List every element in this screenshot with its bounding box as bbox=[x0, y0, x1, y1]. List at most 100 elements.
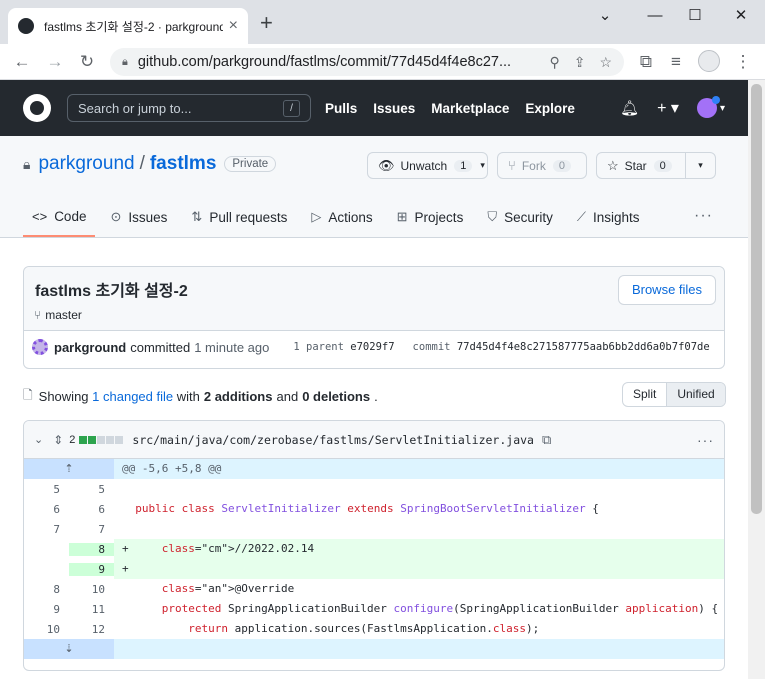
browser-tab[interactable]: fastlms 초기화 설정-2 · parkground × bbox=[8, 8, 248, 44]
new-line-number[interactable]: 9 bbox=[69, 562, 114, 576]
tab-projects[interactable]: ⊞ Projects bbox=[388, 197, 473, 237]
with-text: with bbox=[176, 389, 200, 404]
address-bar[interactable]: 🔒︎ github.com/parkground/fastlms/commit/… bbox=[110, 48, 624, 76]
table-icon: ⊞ bbox=[396, 209, 408, 224]
parent-sha-link[interactable]: e7029f7 bbox=[350, 341, 394, 353]
parent-label: 1 parent bbox=[293, 341, 344, 353]
tab-code[interactable]: <> Code bbox=[23, 197, 96, 237]
tab-pull-requests[interactable]: ⇅ Pull requests bbox=[182, 197, 296, 237]
bookmark-star-icon[interactable]: ☆ bbox=[599, 54, 612, 71]
old-line-number[interactable]: 8 bbox=[24, 583, 69, 596]
extensions-puzzle-icon[interactable]: ⧉ bbox=[634, 50, 658, 74]
new-line-number[interactable]: 6 bbox=[69, 503, 114, 516]
unwatch-label: Unwatch bbox=[400, 158, 448, 173]
visibility-badge: Private bbox=[224, 156, 277, 172]
diffstat-added-block bbox=[88, 435, 97, 444]
shield-icon: ⛉ bbox=[487, 209, 498, 224]
old-line-number[interactable]: 7 bbox=[24, 523, 69, 536]
old-line-number[interactable]: 6 bbox=[24, 503, 69, 516]
new-line-number[interactable]: 8 bbox=[69, 542, 114, 556]
maximize-button[interactable]: ☐ bbox=[680, 4, 710, 28]
caret-down-icon: ▾ bbox=[719, 102, 725, 114]
nav-marketplace[interactable]: Marketplace bbox=[431, 101, 509, 116]
tab-search-chevron-icon[interactable]: ⌄ bbox=[590, 4, 620, 28]
and-text: and bbox=[276, 389, 299, 404]
browse-files-button[interactable]: Browse files bbox=[618, 275, 716, 305]
page-scrollbar[interactable] bbox=[748, 80, 765, 679]
forward-arrow-icon[interactable]: → bbox=[43, 50, 67, 74]
profile-avatar[interactable] bbox=[698, 50, 720, 72]
more-tabs-icon[interactable]: ··· bbox=[694, 207, 713, 225]
diff-view-toggle: Split Unified bbox=[622, 382, 726, 407]
tab-label: Security bbox=[504, 209, 553, 225]
user-menu[interactable]: ▾ bbox=[696, 96, 725, 118]
copy-path-icon[interactable]: ⧉ bbox=[542, 432, 551, 448]
collapse-chevron-icon[interactable]: ⌄ bbox=[34, 433, 43, 446]
fork-label: Fork bbox=[521, 158, 546, 173]
create-new-plus-icon[interactable]: + ▾ bbox=[657, 98, 679, 118]
nav-explore[interactable]: Explore bbox=[525, 101, 575, 116]
nav-pulls[interactable]: Pulls bbox=[325, 101, 357, 116]
search-input[interactable]: Search or jump to... / bbox=[67, 94, 311, 122]
new-line-number[interactable]: 7 bbox=[69, 523, 114, 536]
split-view-button[interactable]: Split bbox=[623, 383, 666, 406]
scrollbar-thumb[interactable] bbox=[751, 84, 762, 514]
new-tab-button[interactable]: + bbox=[260, 12, 273, 34]
code-text: class="an">@Override bbox=[161, 582, 295, 595]
expand-down-icon[interactable]: ⇣ bbox=[24, 639, 114, 659]
hunk-footer: ⇣ bbox=[24, 639, 724, 659]
minimize-button[interactable]: — bbox=[640, 4, 670, 28]
file-path[interactable]: src/main/java/com/zerobase/fastlms/Servl… bbox=[132, 433, 534, 447]
unwatch-button[interactable]: 👁︎ Unwatch 1 ▾ bbox=[367, 152, 488, 179]
new-line-number[interactable]: 11 bbox=[69, 603, 114, 616]
author-link[interactable]: parkground bbox=[54, 340, 126, 355]
nav-issues[interactable]: Issues bbox=[373, 101, 415, 116]
repo-owner-link[interactable]: parkground bbox=[38, 153, 134, 175]
old-line-number[interactable]: 9 bbox=[24, 603, 69, 616]
share-icon[interactable]: ⇪ bbox=[574, 54, 586, 71]
tab-label: Pull requests bbox=[209, 209, 288, 225]
diff-line-added: 8 + class="cm">//2022.02.14 bbox=[24, 539, 724, 559]
chrome-menu-icon[interactable]: ⋮ bbox=[731, 50, 755, 74]
tab-insights[interactable]: ⟋ Insights bbox=[568, 197, 649, 237]
expand-up-icon[interactable]: ⇡ bbox=[24, 459, 114, 479]
tab-security[interactable]: ⛉ Security bbox=[478, 197, 562, 237]
file-options-icon[interactable]: ··· bbox=[697, 432, 714, 448]
url-text[interactable]: github.com/parkground/fastlms/commit/77d… bbox=[138, 54, 536, 70]
author-avatar[interactable] bbox=[32, 339, 48, 355]
close-tab-icon[interactable]: × bbox=[229, 17, 238, 35]
file-diff: ⌄ ⇕ 2 src/main/java/com/zerobase/fastlms… bbox=[23, 420, 725, 671]
tab-actions[interactable]: ▷ Actions bbox=[302, 197, 381, 237]
diffstat-neutral-block bbox=[106, 435, 115, 444]
expand-all-icon[interactable]: ⇕ bbox=[53, 433, 63, 447]
notifications-bell-icon[interactable]: 🔔︎ bbox=[620, 99, 639, 117]
hunk-text: @@ -5,6 +5,8 @@ bbox=[114, 459, 724, 479]
zoom-icon[interactable]: ⚲ bbox=[549, 54, 559, 71]
changed-files-link[interactable]: 1 changed file bbox=[92, 389, 173, 404]
unified-view-button[interactable]: Unified bbox=[666, 383, 725, 406]
star-list-dropdown[interactable]: ▾ bbox=[685, 152, 716, 179]
repo-separator: / bbox=[139, 153, 145, 174]
old-line-number[interactable]: 5 bbox=[24, 483, 69, 496]
watch-count: 1 bbox=[454, 159, 473, 172]
new-line-number[interactable]: 12 bbox=[69, 623, 114, 636]
close-window-button[interactable]: ✕ bbox=[726, 4, 756, 28]
repo-lock-icon: 🔒︎ bbox=[23, 155, 31, 172]
eye-icon: 👁︎ bbox=[378, 157, 395, 173]
reading-list-icon[interactable]: ≡ bbox=[664, 50, 688, 74]
branch-name[interactable]: master bbox=[45, 308, 82, 322]
new-line-number[interactable]: 5 bbox=[69, 483, 114, 496]
fork-button[interactable]: ⑂ Fork 0 bbox=[497, 152, 587, 179]
diff-lines: 55 66 public class ServletInitializer ex… bbox=[24, 479, 724, 639]
star-button[interactable]: ☆ Star 0 bbox=[596, 152, 686, 179]
reload-icon[interactable]: ↻ bbox=[75, 50, 99, 74]
old-line-number[interactable]: 10 bbox=[24, 623, 69, 636]
github-logo-icon[interactable] bbox=[23, 94, 51, 122]
code-text: public class ServletInitializer extends … bbox=[135, 502, 599, 515]
search-placeholder: Search or jump to... bbox=[78, 100, 192, 116]
repo-name-link[interactable]: fastlms bbox=[150, 153, 217, 175]
new-line-number[interactable]: 10 bbox=[69, 583, 114, 596]
back-arrow-icon[interactable]: ← bbox=[10, 50, 34, 74]
issue-icon: ⊙ bbox=[110, 209, 122, 224]
tab-issues[interactable]: ⊙ Issues bbox=[101, 197, 176, 237]
